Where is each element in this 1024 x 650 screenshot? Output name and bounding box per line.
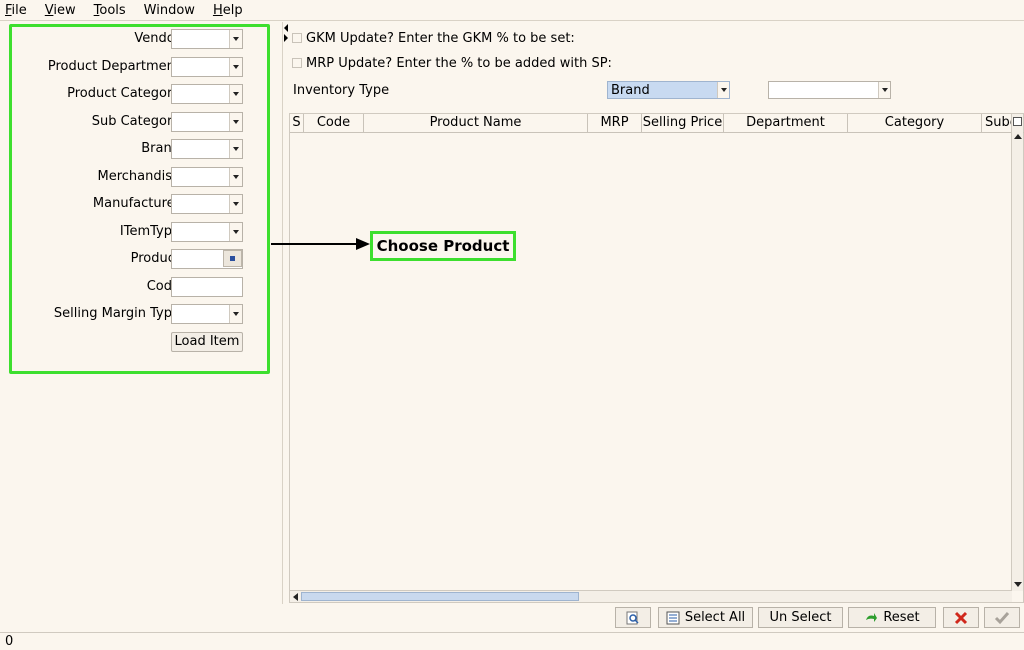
gkm-update-checkbox[interactable] [292, 33, 302, 43]
department-label: Product Department [47, 59, 180, 74]
expand-right-icon[interactable] [284, 34, 288, 42]
product-row: Product [12, 249, 267, 269]
menu-bar: File View Tools Window Help [0, 0, 1024, 21]
itemtype-row: ITemType [12, 222, 267, 242]
manufacturer-select[interactable] [171, 194, 243, 214]
chevron-down-icon[interactable] [878, 82, 890, 98]
chevron-down-icon[interactable] [229, 58, 242, 76]
code-field[interactable] [171, 277, 243, 297]
menu-view[interactable]: View [42, 3, 79, 18]
vendor-row: Vendor [12, 29, 267, 49]
collapse-left-icon[interactable] [284, 24, 288, 32]
brand-row: Brand [12, 139, 267, 159]
scroll-thumb[interactable] [301, 592, 579, 601]
column-header-code[interactable]: Code [304, 114, 364, 133]
margin-type-select[interactable] [171, 304, 243, 324]
un-select-button[interactable]: Un Select [758, 607, 843, 628]
manufacturer-row: Manufacturer [12, 194, 267, 214]
gkm-update-option[interactable]: GKM Update? Enter the GKM % to be set: [292, 30, 575, 46]
column-header-product-name[interactable]: Product Name [364, 114, 588, 133]
itemtype-select[interactable] [171, 222, 243, 242]
status-bar: 0 [0, 632, 1024, 650]
list-check-icon [666, 611, 680, 624]
subcategory-row: Sub Category [12, 112, 267, 132]
chevron-down-icon[interactable] [229, 223, 242, 241]
select-all-button[interactable]: Select All [658, 607, 753, 628]
choose-product-callout: Choose Product [370, 231, 516, 261]
mrp-update-option[interactable]: MRP Update? Enter the % to be added with… [292, 55, 612, 71]
manufacturer-label: Manufacturer [92, 196, 180, 211]
vendor-select[interactable] [171, 29, 243, 49]
annotation-arrowhead-icon [356, 238, 370, 250]
filter-panel: Vendor Product Department Product Catego… [0, 22, 283, 604]
close-button[interactable] [943, 607, 979, 628]
mrp-update-label: MRP Update? Enter the % to be added with… [306, 55, 612, 71]
chevron-down-icon[interactable] [229, 30, 242, 48]
vertical-scrollbar[interactable] [1011, 114, 1023, 591]
grid-header: S Code Product Name MRP Selling Price De… [290, 114, 1024, 133]
chevron-down-icon[interactable] [229, 140, 242, 158]
margin-type-label: Selling Margin Type [53, 306, 180, 321]
department-row: Product Department [12, 57, 267, 77]
gkm-update-label: GKM Update? Enter the GKM % to be set: [306, 30, 575, 46]
load-item-button[interactable]: Load Item [171, 332, 243, 352]
menu-file[interactable]: File [2, 3, 30, 18]
inventory-value-select[interactable] [768, 81, 891, 99]
margin-type-row: Selling Margin Type [12, 304, 267, 324]
column-header-department[interactable]: Department [724, 114, 848, 133]
merchandise-select[interactable] [171, 167, 243, 187]
inventory-type-select[interactable]: Brand [607, 81, 730, 99]
column-header-category[interactable]: Category [848, 114, 982, 133]
select-all-label: Select All [684, 610, 746, 625]
scroll-up-icon[interactable] [1014, 134, 1022, 139]
column-header-mrp[interactable]: MRP [588, 114, 642, 133]
annotation-arrow-line [271, 243, 363, 245]
category-row: Product Category [12, 84, 267, 104]
un-select-label: Un Select [769, 610, 832, 625]
menu-window[interactable]: Window [141, 3, 198, 18]
merchandise-row: Merchandise [12, 167, 267, 187]
menu-help[interactable]: Help [210, 3, 246, 18]
column-header-s[interactable]: S [290, 114, 304, 133]
mrp-update-checkbox[interactable] [292, 58, 302, 68]
scroll-left-icon[interactable] [293, 593, 298, 601]
column-chooser-icon[interactable] [1013, 117, 1022, 126]
chevron-down-icon[interactable] [229, 85, 242, 103]
inventory-type-value: Brand [611, 83, 650, 98]
chevron-down-icon[interactable] [229, 195, 242, 213]
checkmark-icon [994, 611, 1010, 624]
code-row: Code [12, 277, 267, 297]
preview-button[interactable] [615, 607, 651, 628]
reset-arrow-icon [866, 612, 878, 622]
chevron-down-icon[interactable] [717, 82, 729, 98]
category-label: Product Category [67, 86, 180, 101]
horizontal-scrollbar[interactable] [290, 590, 1012, 602]
category-select[interactable] [171, 84, 243, 104]
column-header-subcategory[interactable]: Subc [982, 114, 1013, 133]
menu-tools[interactable]: Tools [91, 3, 129, 18]
scroll-down-icon[interactable] [1014, 582, 1022, 587]
chevron-down-icon[interactable] [229, 168, 242, 186]
subcategory-select[interactable] [171, 112, 243, 132]
inventory-type-label: Inventory Type [293, 83, 390, 98]
subcategory-label: Sub Category [91, 114, 180, 129]
chevron-down-icon[interactable] [229, 305, 242, 323]
chevron-down-icon[interactable] [229, 113, 242, 131]
confirm-button[interactable] [984, 607, 1020, 628]
merchandise-label: Merchandise [97, 169, 180, 184]
close-icon [954, 611, 968, 624]
product-grid[interactable]: S Code Product Name MRP Selling Price De… [289, 113, 1024, 603]
column-header-selling-price[interactable]: Selling Price [642, 114, 724, 133]
brand-select[interactable] [171, 139, 243, 159]
splitter-handle[interactable] [284, 24, 290, 44]
product-picker-button[interactable] [223, 250, 242, 267]
reset-label: Reset [883, 610, 920, 625]
department-select[interactable] [171, 57, 243, 77]
filter-highlight-box: Vendor Product Department Product Catego… [9, 24, 270, 374]
reset-button[interactable]: Reset [848, 607, 936, 628]
magnifier-icon [626, 611, 639, 624]
status-count: 0 [5, 634, 14, 649]
